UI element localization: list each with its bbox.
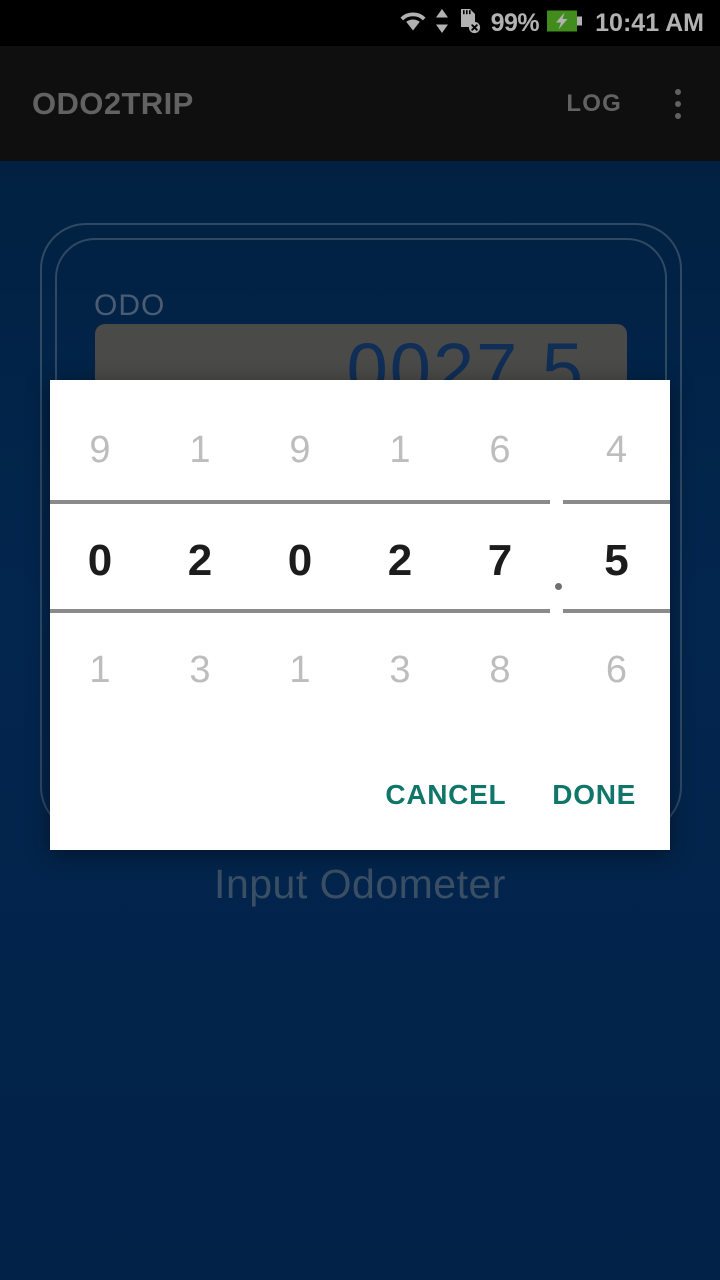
- picker-next-digit-4[interactable]: 8: [450, 620, 550, 720]
- picker-divider-bottom-left: [50, 609, 550, 613]
- picker-next-digit-3[interactable]: 3: [350, 620, 450, 720]
- picker-prev-digit-0[interactable]: 9: [50, 400, 150, 500]
- picker-selected-digit-1[interactable]: 2: [150, 502, 250, 620]
- cancel-button[interactable]: CANCEL: [367, 765, 524, 825]
- picker-prev-digit-2[interactable]: 9: [250, 400, 350, 500]
- picker-selected-digit-2[interactable]: 0: [250, 502, 350, 620]
- phone-screen: 99% 10:41 AM ODO2TRIP LOG ODO 0027.5 Inp…: [0, 0, 720, 1280]
- picker-prev-digit-5[interactable]: 4: [563, 400, 670, 500]
- picker-divider-bottom-right: [563, 609, 670, 613]
- picker-selected-row: 0 2 0 2 7 5: [50, 502, 670, 620]
- number-picker-dialog: 9 1 9 1 6 4 0 2 0 2 7 5 1 3 1 3 8 6 CANC…: [50, 380, 670, 850]
- done-button[interactable]: DONE: [534, 765, 654, 825]
- picker-next-digit-0[interactable]: 1: [50, 620, 150, 720]
- picker-selected-digit-3[interactable]: 2: [350, 502, 450, 620]
- picker-prev-digit-1[interactable]: 1: [150, 400, 250, 500]
- picker-prev-digit-3[interactable]: 1: [350, 400, 450, 500]
- picker-prev-digit-4[interactable]: 6: [450, 400, 550, 500]
- picker-next-digit-5[interactable]: 6: [563, 620, 670, 720]
- picker-next-row: 1 3 1 3 8 6: [50, 620, 670, 720]
- picker-next-digit-2[interactable]: 1: [250, 620, 350, 720]
- picker-previous-row: 9 1 9 1 6 4: [50, 400, 670, 500]
- picker-selected-digit-5[interactable]: 5: [563, 502, 670, 620]
- odometer-number-picker[interactable]: 9 1 9 1 6 4 0 2 0 2 7 5 1 3 1 3 8 6: [50, 380, 670, 740]
- dialog-action-bar: CANCEL DONE: [50, 740, 670, 850]
- picker-selected-digit-0[interactable]: 0: [50, 502, 150, 620]
- decimal-point-icon: [555, 583, 562, 590]
- picker-next-digit-1[interactable]: 3: [150, 620, 250, 720]
- picker-decimal-separator: [550, 502, 563, 620]
- picker-selected-digit-4[interactable]: 7: [450, 502, 550, 620]
